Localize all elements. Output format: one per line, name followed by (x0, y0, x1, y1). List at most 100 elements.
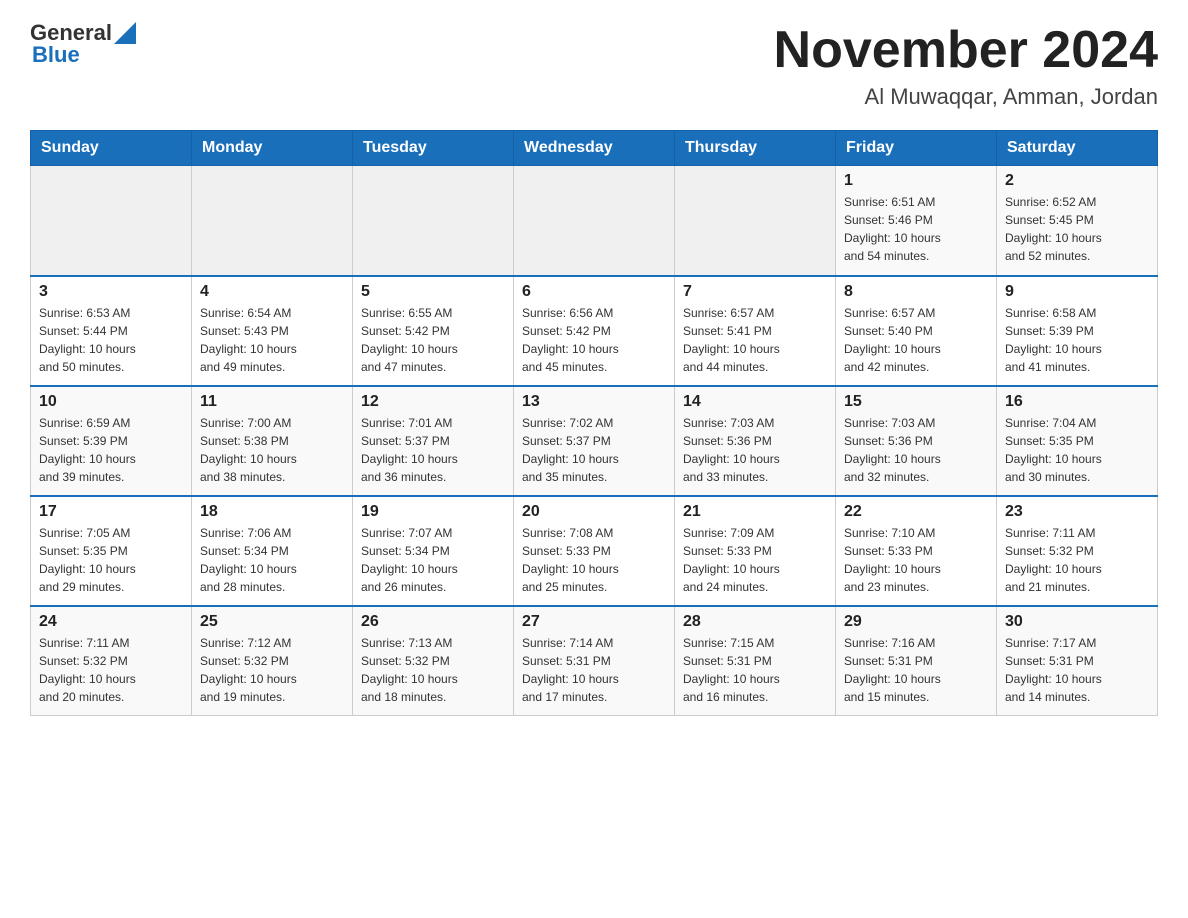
calendar-day-cell: 11Sunrise: 7:00 AM Sunset: 5:38 PM Dayli… (192, 386, 353, 496)
calendar-day-cell (514, 166, 675, 276)
calendar-day-cell: 21 Sunrise: 7:09 AM Sunset: 5:33 PM Dayli… (675, 496, 836, 606)
calendar-day-cell: 1 Sunrise: 6:51 AM Sunset: 5:46 PM Daylig… (836, 166, 997, 276)
day-info: Sunrise: 7:12 AM Sunset: 5:32 PM Dayligh… (200, 634, 344, 706)
day-info: Sunrise: 6:51 AM Sunset: 5:46 PM Dayligh… (844, 193, 988, 265)
day-info: Sunrise: 7:09 AM Sunset: 5:33 PM Dayligh… (683, 524, 827, 596)
calendar-day-cell: 26 Sunrise: 7:13 AM Sunset: 5:32 PM Dayli… (353, 606, 514, 716)
day-number: 22 (844, 503, 988, 521)
day-number: 2 (1005, 172, 1149, 190)
weekday-header-sunday: Sunday (31, 131, 192, 166)
calendar-day-cell: 2 Sunrise: 6:52 AM Sunset: 5:45 PM Daylig… (997, 166, 1158, 276)
day-number: 17 (39, 503, 183, 521)
day-number: 27 (522, 613, 666, 631)
day-number: 16 (1005, 393, 1149, 411)
day-number: 18 (200, 503, 344, 521)
calendar-day-cell: 28Sunrise: 7:15 AM Sunset: 5:31 PM Dayli… (675, 606, 836, 716)
calendar-day-cell (31, 166, 192, 276)
day-number: 26 (361, 613, 505, 631)
day-number: 5 (361, 283, 505, 301)
calendar-day-cell: 29 Sunrise: 7:16 AM Sunset: 5:31 PM Dayli… (836, 606, 997, 716)
day-info: Sunrise: 6:58 AM Sunset: 5:39 PM Dayligh… (1005, 304, 1149, 376)
calendar-week-row: 3 Sunrise: 6:53 AM Sunset: 5:44 PM Daylig… (31, 276, 1158, 386)
calendar-week-row: 24 Sunrise: 7:11 AM Sunset: 5:32 PM Dayli… (31, 606, 1158, 716)
calendar-week-row: 1 Sunrise: 6:51 AM Sunset: 5:46 PM Daylig… (31, 166, 1158, 276)
day-number: 14 (683, 393, 827, 411)
day-number: 24 (39, 613, 183, 631)
weekday-header-row: SundayMondayTuesdayWednesdayThursdayFrid… (31, 131, 1158, 166)
weekday-header-thursday: Thursday (675, 131, 836, 166)
day-number: 23 (1005, 503, 1149, 521)
day-number: 15 (844, 393, 988, 411)
calendar-day-cell: 6 Sunrise: 6:56 AM Sunset: 5:42 PM Daylig… (514, 276, 675, 386)
calendar-week-row: 10Sunrise: 6:59 AM Sunset: 5:39 PM Dayli… (31, 386, 1158, 496)
day-info: Sunrise: 7:10 AM Sunset: 5:33 PM Dayligh… (844, 524, 988, 596)
day-number: 6 (522, 283, 666, 301)
calendar-table: SundayMondayTuesdayWednesdayThursdayFrid… (30, 130, 1158, 716)
day-info: Sunrise: 7:02 AM Sunset: 5:37 PM Dayligh… (522, 414, 666, 486)
calendar-day-cell: 13 Sunrise: 7:02 AM Sunset: 5:37 PM Dayli… (514, 386, 675, 496)
weekday-header-friday: Friday (836, 131, 997, 166)
day-number: 28 (683, 613, 827, 631)
day-number: 13 (522, 393, 666, 411)
calendar-day-cell: 23 Sunrise: 7:11 AM Sunset: 5:32 PM Dayli… (997, 496, 1158, 606)
calendar-day-cell: 15Sunrise: 7:03 AM Sunset: 5:36 PM Dayli… (836, 386, 997, 496)
day-number: 19 (361, 503, 505, 521)
day-info: Sunrise: 7:14 AM Sunset: 5:31 PM Dayligh… (522, 634, 666, 706)
calendar-day-cell: 24 Sunrise: 7:11 AM Sunset: 5:32 PM Dayli… (31, 606, 192, 716)
calendar-day-cell: 5 Sunrise: 6:55 AM Sunset: 5:42 PM Daylig… (353, 276, 514, 386)
day-info: Sunrise: 6:53 AM Sunset: 5:44 PM Dayligh… (39, 304, 183, 376)
calendar-day-cell: 27 Sunrise: 7:14 AM Sunset: 5:31 PM Dayli… (514, 606, 675, 716)
day-info: Sunrise: 6:56 AM Sunset: 5:42 PM Dayligh… (522, 304, 666, 376)
logo: General Blue (30, 20, 136, 68)
day-info: Sunrise: 6:57 AM Sunset: 5:41 PM Dayligh… (683, 304, 827, 376)
day-info: Sunrise: 7:06 AM Sunset: 5:34 PM Dayligh… (200, 524, 344, 596)
calendar-day-cell: 14 Sunrise: 7:03 AM Sunset: 5:36 PM Dayli… (675, 386, 836, 496)
day-number: 1 (844, 172, 988, 190)
calendar-day-cell: 17 Sunrise: 7:05 AM Sunset: 5:35 PM Dayli… (31, 496, 192, 606)
day-number: 30 (1005, 613, 1149, 631)
day-info: Sunrise: 7:01 AM Sunset: 5:37 PM Dayligh… (361, 414, 505, 486)
day-number: 29 (844, 613, 988, 631)
day-info: Sunrise: 7:05 AM Sunset: 5:35 PM Dayligh… (39, 524, 183, 596)
calendar-day-cell: 12 Sunrise: 7:01 AM Sunset: 5:37 PM Dayli… (353, 386, 514, 496)
day-number: 12 (361, 393, 505, 411)
logo-blue: Blue (32, 42, 80, 68)
day-number: 3 (39, 283, 183, 301)
weekday-header-saturday: Saturday (997, 131, 1158, 166)
day-info: Sunrise: 7:07 AM Sunset: 5:34 PM Dayligh… (361, 524, 505, 596)
day-info: Sunrise: 6:55 AM Sunset: 5:42 PM Dayligh… (361, 304, 505, 376)
weekday-header-monday: Monday (192, 131, 353, 166)
calendar-day-cell: 20Sunrise: 7:08 AM Sunset: 5:33 PM Dayli… (514, 496, 675, 606)
calendar-day-cell (675, 166, 836, 276)
day-number: 20 (522, 503, 666, 521)
calendar-day-cell: 19 Sunrise: 7:07 AM Sunset: 5:34 PM Dayli… (353, 496, 514, 606)
calendar-day-cell: 30 Sunrise: 7:17 AM Sunset: 5:31 PM Dayli… (997, 606, 1158, 716)
title-area: November 2024 Al Muwaqqar, Amman, Jordan (774, 20, 1158, 110)
day-info: Sunrise: 6:52 AM Sunset: 5:45 PM Dayligh… (1005, 193, 1149, 265)
calendar-day-cell: 7 Sunrise: 6:57 AM Sunset: 5:41 PM Daylig… (675, 276, 836, 386)
calendar-week-row: 17 Sunrise: 7:05 AM Sunset: 5:35 PM Dayli… (31, 496, 1158, 606)
calendar-day-cell: 9Sunrise: 6:58 AM Sunset: 5:39 PM Daylig… (997, 276, 1158, 386)
calendar-day-cell: 18 Sunrise: 7:06 AM Sunset: 5:34 PM Dayli… (192, 496, 353, 606)
calendar-day-cell: 25 Sunrise: 7:12 AM Sunset: 5:32 PM Dayli… (192, 606, 353, 716)
day-info: Sunrise: 6:57 AM Sunset: 5:40 PM Dayligh… (844, 304, 988, 376)
day-info: Sunrise: 7:11 AM Sunset: 5:32 PM Dayligh… (39, 634, 183, 706)
month-title: November 2024 (774, 20, 1158, 80)
day-info: Sunrise: 7:13 AM Sunset: 5:32 PM Dayligh… (361, 634, 505, 706)
day-info: Sunrise: 7:03 AM Sunset: 5:36 PM Dayligh… (683, 414, 827, 486)
day-number: 25 (200, 613, 344, 631)
day-info: Sunrise: 7:00 AM Sunset: 5:38 PM Dayligh… (200, 414, 344, 486)
calendar-day-cell: 10Sunrise: 6:59 AM Sunset: 5:39 PM Dayli… (31, 386, 192, 496)
day-info: Sunrise: 7:11 AM Sunset: 5:32 PM Dayligh… (1005, 524, 1149, 596)
location-title: Al Muwaqqar, Amman, Jordan (774, 84, 1158, 110)
calendar-day-cell: 3 Sunrise: 6:53 AM Sunset: 5:44 PM Daylig… (31, 276, 192, 386)
calendar-day-cell (353, 166, 514, 276)
day-info: Sunrise: 7:16 AM Sunset: 5:31 PM Dayligh… (844, 634, 988, 706)
day-info: Sunrise: 6:54 AM Sunset: 5:43 PM Dayligh… (200, 304, 344, 376)
day-info: Sunrise: 7:04 AM Sunset: 5:35 PM Dayligh… (1005, 414, 1149, 486)
weekday-header-tuesday: Tuesday (353, 131, 514, 166)
calendar-day-cell: 4Sunrise: 6:54 AM Sunset: 5:43 PM Daylig… (192, 276, 353, 386)
day-info: Sunrise: 7:17 AM Sunset: 5:31 PM Dayligh… (1005, 634, 1149, 706)
day-number: 7 (683, 283, 827, 301)
day-number: 21 (683, 503, 827, 521)
